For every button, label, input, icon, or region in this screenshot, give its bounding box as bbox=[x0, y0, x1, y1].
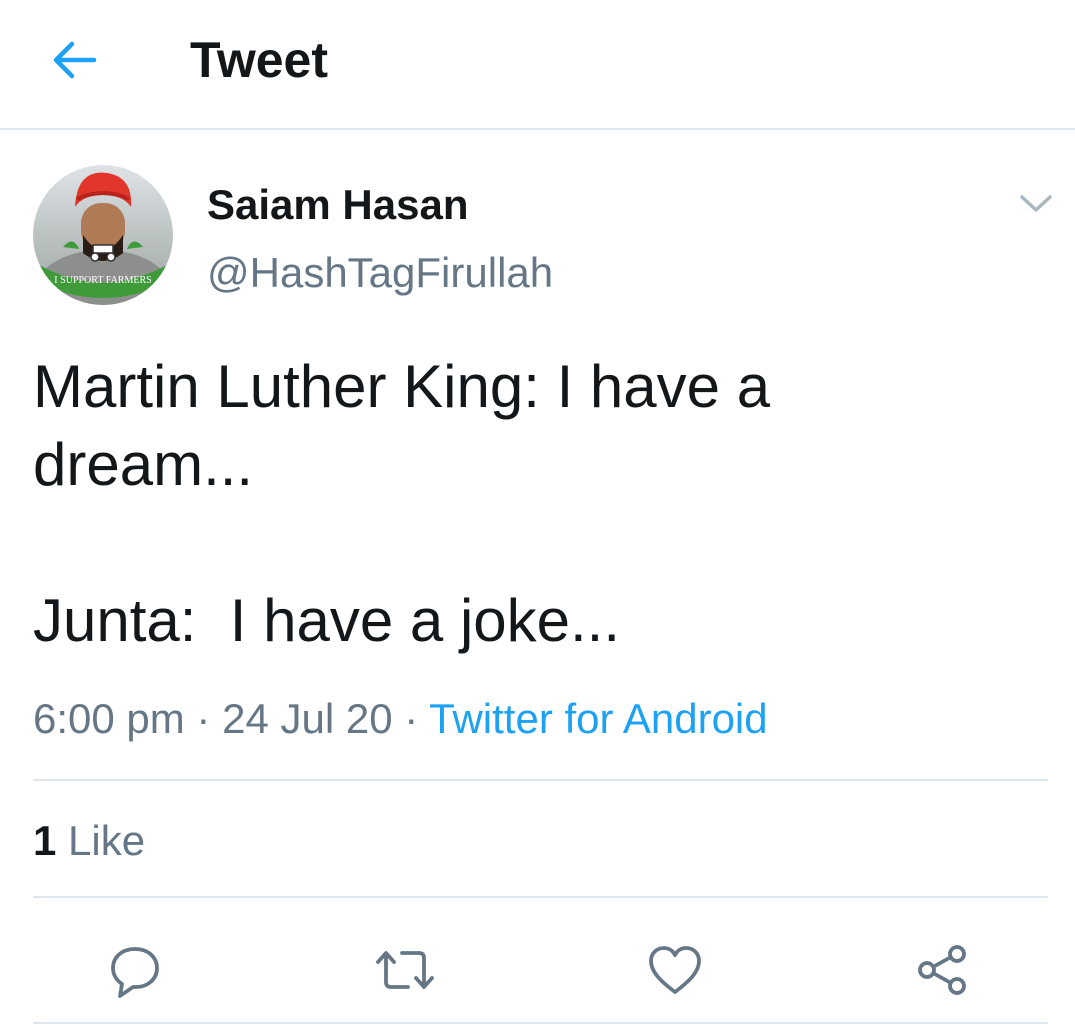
tweet-body-line: Junta: I have a joke... bbox=[33, 587, 621, 654]
heart-icon bbox=[649, 946, 701, 994]
likes-number: 1 bbox=[33, 817, 57, 864]
action-bar bbox=[0, 925, 1075, 1005]
tweet-source-link[interactable]: Twitter for Android bbox=[429, 695, 767, 742]
retweet-icon bbox=[376, 951, 434, 989]
tweet-menu-button[interactable] bbox=[1016, 188, 1056, 218]
tweet-body-line: dream... bbox=[33, 431, 254, 498]
divider bbox=[33, 896, 1048, 898]
share-button[interactable] bbox=[908, 935, 978, 1005]
reply-button[interactable] bbox=[100, 935, 170, 1005]
divider bbox=[33, 1022, 1048, 1024]
chevron-down-icon bbox=[1020, 195, 1052, 212]
author-name[interactable]: Saiam Hasan bbox=[207, 180, 468, 230]
author-handle[interactable]: @HashTagFirullah bbox=[207, 248, 553, 298]
page-title: Tweet bbox=[190, 32, 328, 88]
divider bbox=[33, 779, 1048, 781]
tweet-body: Martin Luther King: I have a dream... Ju… bbox=[33, 348, 1033, 660]
like-button[interactable] bbox=[640, 935, 710, 1005]
share-icon bbox=[918, 945, 966, 995]
tweet-body-line: Martin Luther King: I have a bbox=[33, 353, 771, 420]
tweet-time: 6:00 pm bbox=[33, 695, 185, 742]
retweet-button[interactable] bbox=[370, 935, 440, 1005]
avatar-caption: I SUPPORT FARMERS bbox=[54, 275, 151, 286]
back-button[interactable] bbox=[46, 35, 102, 85]
likes-label: Like bbox=[56, 817, 146, 864]
likes-count[interactable]: 1 Like bbox=[33, 815, 145, 867]
tweet-date: 24 Jul 20 bbox=[222, 695, 393, 742]
avatar[interactable]: I SUPPORT FARMERS bbox=[33, 165, 173, 305]
tweet-meta: 6:00 pm · 24 Jul 20 · Twitter for Androi… bbox=[33, 693, 768, 745]
meta-separator: · bbox=[392, 695, 430, 742]
arrow-left-icon bbox=[53, 41, 97, 79]
meta-separator: · bbox=[184, 695, 223, 742]
top-app-bar: Tweet bbox=[0, 0, 1075, 130]
reply-icon bbox=[111, 947, 159, 998]
